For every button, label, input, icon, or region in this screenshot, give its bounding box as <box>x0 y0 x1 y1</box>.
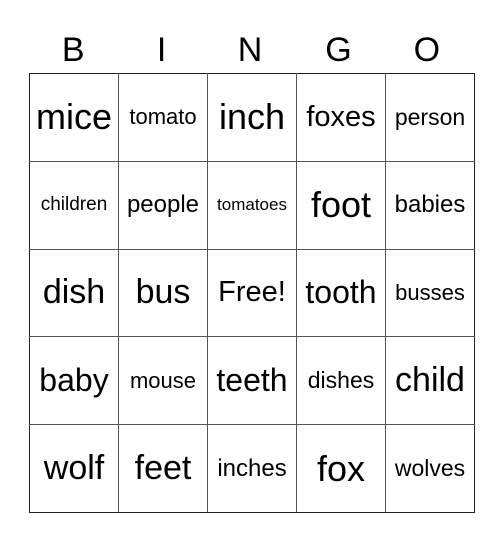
grid-row: baby mouse teeth dishes child <box>29 336 475 426</box>
grid-row: children people tomatoes foot babies <box>29 160 475 250</box>
grid-row: dish bus Free! tooth busses <box>29 248 475 338</box>
bingo-cell[interactable]: fox <box>296 424 386 513</box>
free-space-cell[interactable]: Free! <box>207 248 297 338</box>
bingo-cell[interactable]: tomatoes <box>207 160 297 250</box>
bingo-cell[interactable]: inch <box>207 73 297 162</box>
bingo-cell[interactable]: dish <box>29 248 119 338</box>
header-letter-o: O <box>413 31 441 69</box>
bingo-cell[interactable]: wolf <box>29 424 119 513</box>
header-letter-i: I <box>156 31 167 69</box>
bingo-cell[interactable]: mice <box>29 73 119 162</box>
header-letter-b: B <box>61 31 85 69</box>
bingo-cell[interactable]: dishes <box>296 336 386 426</box>
bingo-cell[interactable]: child <box>385 336 475 426</box>
bingo-cell[interactable]: babies <box>385 160 475 250</box>
bingo-cell[interactable]: tomato <box>118 73 208 162</box>
header-letter-g: G <box>325 31 352 69</box>
bingo-cell[interactable]: foot <box>296 160 386 250</box>
bingo-cell[interactable]: tooth <box>296 248 386 338</box>
bingo-cell[interactable]: bus <box>118 248 208 338</box>
grid-row: mice tomato inch foxes person <box>29 73 475 162</box>
bingo-cell[interactable]: feet <box>118 424 208 513</box>
bingo-cell[interactable]: children <box>29 160 119 250</box>
bingo-cell[interactable]: teeth <box>207 336 297 426</box>
bingo-cell[interactable]: wolves <box>385 424 475 513</box>
bingo-cell[interactable]: inches <box>207 424 297 513</box>
bingo-cell[interactable]: person <box>385 73 475 162</box>
bingo-card-grid: mice tomato inch foxes person children p… <box>29 73 475 513</box>
bingo-header: B I N G O <box>29 30 471 70</box>
bingo-cell[interactable]: foxes <box>296 73 386 162</box>
grid-row: wolf feet inches fox wolves <box>29 424 475 513</box>
header-letter-n: N <box>237 31 263 69</box>
bingo-cell[interactable]: people <box>118 160 208 250</box>
bingo-cell[interactable]: mouse <box>118 336 208 426</box>
bingo-cell[interactable]: baby <box>29 336 119 426</box>
bingo-cell[interactable]: busses <box>385 248 475 338</box>
